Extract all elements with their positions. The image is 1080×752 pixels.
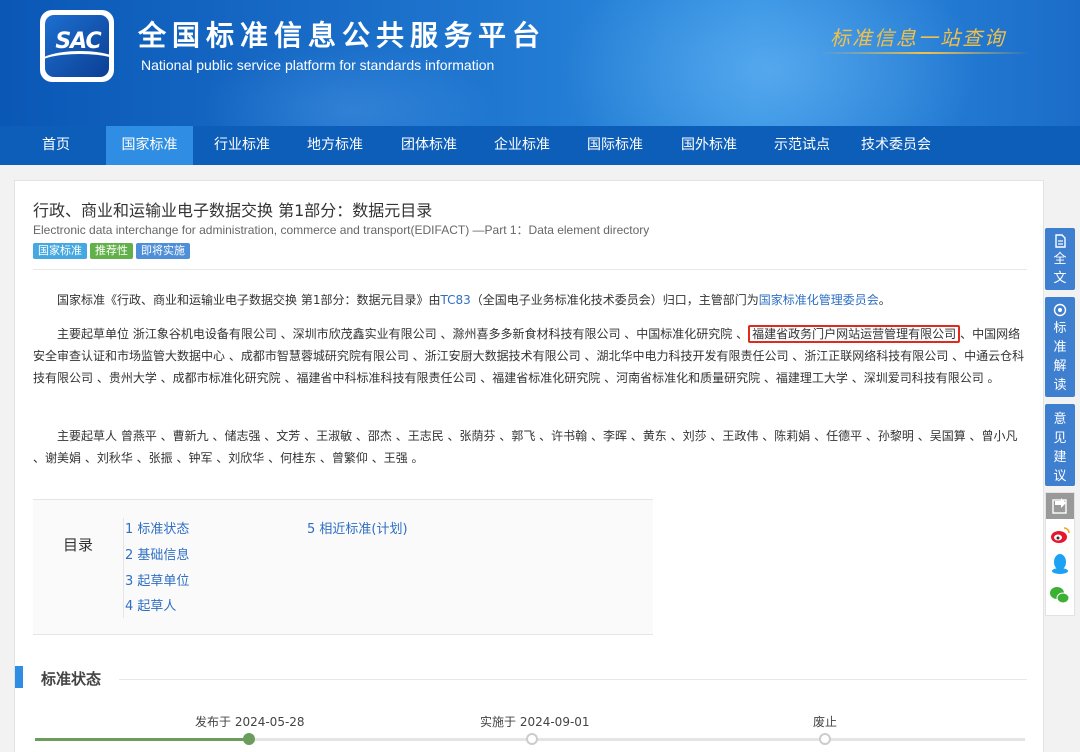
- toc-heading: 目录: [63, 536, 94, 554]
- nav-item-national-standards[interactable]: 国家标准: [106, 126, 193, 165]
- toc-item-similar-standards[interactable]: 5 相近标准(计划): [307, 518, 408, 537]
- drafting-units-label: 主要起草单位: [57, 327, 130, 341]
- drafting-units-text-a: 浙江象谷机电设备有限公司 、深圳市欣茂鑫实业有限公司 、滁州喜多多新食材科技有限…: [132, 327, 749, 341]
- logo-wave: [45, 51, 109, 77]
- site-title: 全国标准信息公共服务平台: [138, 19, 547, 52]
- nav-item-local-standards[interactable]: 地方标准: [293, 126, 377, 165]
- nav-item-tech-committees[interactable]: 技术委员会: [853, 126, 939, 165]
- nav-item-group-standards[interactable]: 团体标准: [387, 126, 471, 165]
- interpretation-label: 标准解读: [1053, 321, 1067, 393]
- intro-text-c: 。: [878, 293, 891, 307]
- intro-text-a: 国家标准《行政、商业和运输业电子数据交换 第1部分：数据元目录》由: [57, 293, 441, 307]
- drafters-label: 主要起草人: [57, 429, 118, 443]
- section-marker: [15, 666, 23, 688]
- toc-item-drafting-units[interactable]: 3 起草单位: [125, 570, 189, 589]
- feedback-label: 意见建议: [1053, 412, 1067, 484]
- toc-divider: [123, 518, 124, 618]
- logo-text: SAC: [55, 29, 101, 54]
- sac-logo-icon: SAC: [45, 15, 109, 77]
- share-icon[interactable]: [1046, 493, 1074, 519]
- nav-item-home[interactable]: 首页: [28, 126, 84, 165]
- standard-title-en: Electronic data interchange for administ…: [33, 223, 650, 237]
- standard-detail-card: 行政、商业和运输业电子数据交换 第1部分：数据元目录 Electronic da…: [14, 180, 1044, 752]
- drafters-paragraph: 主要起草人 曾燕平 、曹新九 、储志强 、文芳 、王淑敏 、邵杰 、王志民 、张…: [33, 425, 1027, 469]
- divider: [33, 269, 1027, 270]
- status-heading: 标准状态: [41, 670, 102, 688]
- status-divider: [119, 679, 1027, 680]
- tc83-link[interactable]: TC83: [440, 293, 470, 307]
- interpretation-button[interactable]: 标准解读: [1045, 297, 1075, 397]
- timeline-dot-implemented: [526, 733, 538, 745]
- toc-item-status[interactable]: 1 标准状态: [125, 518, 189, 537]
- timeline-progress: [35, 738, 249, 741]
- timeline-dot-published: [243, 733, 255, 745]
- site-subtitle: National public service platform for sta…: [141, 57, 495, 73]
- site-header: SAC 全国标准信息公共服务平台 National public service…: [0, 0, 1080, 126]
- site-slogan: 标准信息一站查询: [830, 26, 1006, 50]
- sac-dept-link[interactable]: 国家标准化管理委员会: [759, 293, 879, 307]
- main-nav: 首页 国家标准 行业标准 地方标准 团体标准 企业标准 国际标准 国外标准 示范…: [0, 126, 1080, 165]
- drafters-text: 曾燕平 、曹新九 、储志强 、文芳 、王淑敏 、邵杰 、王志民 、张荫芬 、郭飞…: [33, 429, 1018, 465]
- highlighted-unit: 福建省政务门户网站运营管理有限公司: [748, 325, 961, 343]
- timeline-dot-abolished: [819, 733, 831, 745]
- tag-recommended: 推荐性: [90, 243, 133, 259]
- standard-tags: 国家标准 推荐性 即将实施: [33, 239, 193, 259]
- intro-text-b: （全国电子业务标准化技术委员会）归口，主管部门为: [470, 293, 759, 307]
- nav-item-enterprise-standards[interactable]: 企业标准: [480, 126, 564, 165]
- drafting-units-paragraph: 主要起草单位 浙江象谷机电设备有限公司 、深圳市欣茂鑫实业有限公司 、滁州喜多多…: [33, 323, 1027, 389]
- weibo-icon[interactable]: [1049, 525, 1071, 545]
- timeline-abolished-label: 废止: [813, 715, 838, 729]
- document-icon: [1055, 234, 1066, 248]
- slogan-underline: [820, 52, 1030, 54]
- intro-paragraph: 国家标准《行政、商业和运输业电子数据交换 第1部分：数据元目录》由TC83（全国…: [33, 289, 1027, 311]
- nav-item-industry-standards[interactable]: 行业标准: [200, 126, 284, 165]
- fulltext-button[interactable]: 全文: [1045, 228, 1075, 290]
- table-of-contents: 目录 1 标准状态 2 基础信息 3 起草单位 4 起草人 5 相近标准(计划): [33, 499, 653, 635]
- timeline-published-label: 发布于 2024-05-28: [195, 715, 305, 729]
- timeline-implemented-label: 实施于 2024-09-01: [480, 715, 590, 729]
- play-circle-icon: [1053, 303, 1067, 317]
- fulltext-label: 全文: [1053, 252, 1067, 286]
- nav-item-foreign-standards[interactable]: 国外标准: [667, 126, 751, 165]
- wechat-icon[interactable]: [1049, 585, 1071, 605]
- share-panel: [1045, 492, 1075, 616]
- nav-item-international-standards[interactable]: 国际标准: [573, 126, 657, 165]
- toc-item-basic-info[interactable]: 2 基础信息: [125, 544, 189, 563]
- tag-national-standard: 国家标准: [33, 243, 87, 259]
- nav-item-pilot[interactable]: 示范试点: [760, 126, 844, 165]
- qq-icon[interactable]: [1050, 553, 1070, 575]
- header-glow: [560, 0, 980, 126]
- standard-title: 行政、商业和运输业电子数据交换 第1部分：数据元目录: [33, 201, 433, 220]
- sac-logo[interactable]: SAC: [40, 10, 114, 82]
- tag-upcoming: 即将实施: [136, 243, 190, 259]
- share-arrow-icon: [1052, 498, 1067, 514]
- feedback-button[interactable]: 意见建议: [1045, 404, 1075, 486]
- toc-item-drafters[interactable]: 4 起草人: [125, 595, 176, 614]
